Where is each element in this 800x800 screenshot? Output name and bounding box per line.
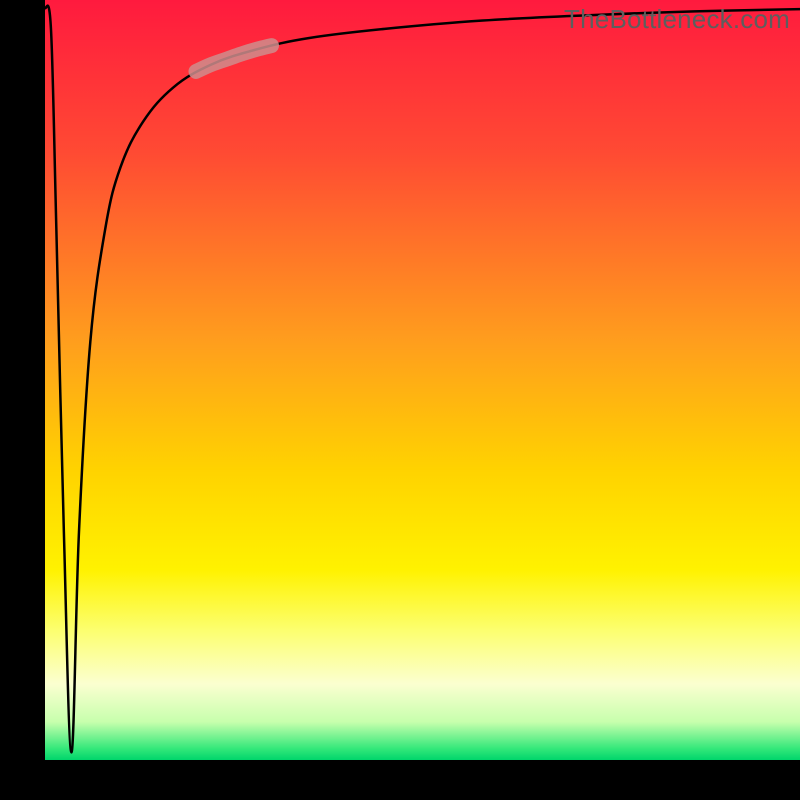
bottleneck-chart (0, 0, 800, 800)
watermark-text: TheBottleneck.com (564, 4, 790, 35)
chart-stage: TheBottleneck.com (0, 0, 800, 800)
plot-area (45, 0, 800, 760)
